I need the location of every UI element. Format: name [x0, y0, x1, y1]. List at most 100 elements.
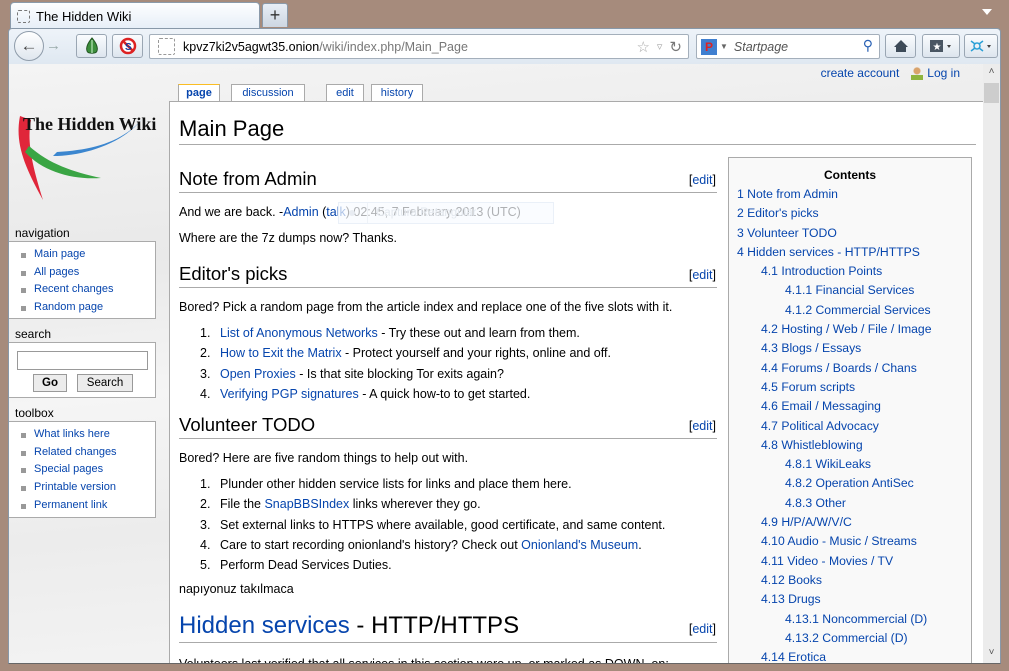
forward-button[interactable]: →	[46, 37, 61, 54]
sidebar-item-all-pages[interactable]: All pages	[19, 264, 155, 282]
logo-text: The Hidden Wiki	[23, 114, 156, 134]
sidebar-item-recent-changes[interactable]: Recent changes	[19, 281, 155, 299]
edit-section-link[interactable]: [edit]	[689, 622, 716, 636]
bookmarks-star-icon: ★	[930, 40, 951, 53]
toc-item[interactable]: 4.14 Erotica	[729, 648, 971, 663]
capture-label: Captura Retangular	[376, 207, 477, 219]
toc-item[interactable]: 4.13 Drugs	[729, 590, 971, 609]
tab-discussion[interactable]: discussion	[231, 84, 305, 101]
tor-button[interactable]	[76, 34, 107, 58]
toc-item[interactable]: 4.6 Email / Messaging	[729, 397, 971, 416]
search-heading: search	[15, 327, 52, 341]
toc-item[interactable]: 3 Volunteer TODO	[729, 224, 971, 243]
toc-item[interactable]: 4 Hidden services - HTTP/HTTPS	[729, 243, 971, 262]
text: And we are back. -	[179, 205, 284, 219]
todo-text: Set external links to HTTPS where availa…	[220, 517, 666, 532]
address-bar[interactable]: kpvz7ki2v5agwt35.onion/wiki/index.php/Ma…	[149, 34, 689, 59]
tab-history[interactable]: history	[371, 84, 423, 101]
list-item: 3. Open Proxies - Is that site blocking T…	[200, 365, 611, 385]
edit-section-link[interactable]: [edit]	[689, 419, 716, 433]
site-identity-icon[interactable]	[158, 38, 175, 55]
noscript-button[interactable]: S	[112, 34, 143, 58]
navigation-portlet: Main page All pages Recent changes Rando…	[9, 241, 156, 319]
tab-page[interactable]: page	[178, 84, 220, 102]
toc-item[interactable]: 4.3 Blogs / Essays	[729, 339, 971, 358]
sidebar-item-random-page[interactable]: Random page	[19, 299, 155, 317]
addon-menu-button[interactable]	[964, 34, 998, 58]
search-magnifier-icon[interactable]: ⚲	[863, 37, 873, 54]
pick-link[interactable]: List of Anonymous Networks	[220, 326, 378, 340]
snapbbsindex-link[interactable]: SnapBBSIndex	[264, 497, 349, 511]
search-bar[interactable]: P ▼ Startpage ⚲	[696, 34, 880, 59]
scroll-up-icon[interactable]: ˄	[983, 66, 1000, 83]
browser-tab[interactable]: The Hidden Wiki	[10, 2, 260, 29]
admin-user-link[interactable]: Admin	[283, 205, 318, 219]
svg-text:★: ★	[933, 42, 942, 53]
todo-text: .	[638, 537, 642, 552]
sidebar-item-main-page[interactable]: Main page	[19, 246, 155, 264]
toolbox-item-printable-version[interactable]: Printable version	[19, 479, 155, 497]
toc-list: 1 Note from Admin 2 Editor's picks 3 Volun…	[729, 185, 971, 663]
toc-item[interactable]: 4.7 Political Advocacy	[729, 417, 971, 436]
pick-link[interactable]: How to Exit the Matrix	[220, 346, 342, 360]
toc-item[interactable]: 4.4 Forums / Boards / Chans	[729, 359, 971, 378]
edit-section-link[interactable]: [edit]	[689, 268, 716, 282]
toc-item[interactable]: 4.11 Video - Movies / TV	[729, 552, 971, 571]
reload-icon[interactable]: ↻	[669, 38, 682, 56]
capture-dot-icon	[349, 210, 355, 216]
go-button[interactable]: Go	[33, 374, 67, 392]
toc-item[interactable]: 4.12 Books	[729, 571, 971, 590]
toc-item[interactable]: 4.13.1 Noncommercial (D)	[729, 610, 971, 629]
pick-link[interactable]: Open Proxies	[220, 367, 296, 381]
edit-section-link[interactable]: [edit]	[689, 173, 716, 187]
toc-item[interactable]: 1 Note from Admin	[729, 185, 971, 204]
home-button[interactable]	[885, 34, 916, 58]
vertical-scrollbar[interactable]: ˄ ˅	[983, 64, 1000, 663]
toc-item[interactable]: 4.8.2 Operation AntiSec	[729, 474, 971, 493]
url-history-dropdown-icon[interactable]: ▿	[657, 38, 663, 56]
bookmarks-menu-button[interactable]: ★	[922, 34, 960, 58]
onionland-museum-link[interactable]: Onionland's Museum	[521, 538, 638, 552]
toc-item[interactable]: 4.13.2 Commercial (D)	[729, 629, 971, 648]
new-tab-button[interactable]: +	[262, 3, 288, 27]
edit-link[interactable]: edit	[692, 419, 712, 433]
pick-link[interactable]: Verifying PGP signatures	[220, 387, 359, 401]
edit-link[interactable]: edit	[692, 173, 712, 187]
toc-item[interactable]: 4.8.1 WikiLeaks	[729, 455, 971, 474]
wiki-logo[interactable]: The Hidden Wiki	[13, 102, 163, 212]
hidden-services-link[interactable]: Hidden services	[179, 612, 350, 639]
edit-link[interactable]: edit	[692, 268, 712, 282]
wiki-search-input[interactable]	[17, 351, 148, 370]
bookmark-star-icon[interactable]: ☆	[636, 38, 649, 56]
toc-item[interactable]: 2 Editor's picks	[729, 204, 971, 223]
toolbox-item-permanent-link[interactable]: Permanent link	[19, 497, 155, 515]
tab-edit[interactable]: edit	[326, 84, 364, 101]
toolbox-item-related-changes[interactable]: Related changes	[19, 444, 155, 462]
search-engine-dropdown-icon[interactable]: ▼	[720, 42, 728, 51]
toc-item[interactable]: 4.5 Forum scripts	[729, 378, 971, 397]
search-engine-icon[interactable]: P	[701, 38, 717, 55]
log-in-link[interactable]: Log in	[927, 66, 960, 80]
hidden-services-intro: Volunteers last verified that all servic…	[179, 657, 669, 664]
scrollbar-thumb[interactable]	[984, 83, 999, 103]
back-button[interactable]: ←	[14, 31, 44, 61]
list-item: 3. Set external links to HTTPS where avai…	[200, 516, 665, 536]
list-number: 3.	[200, 517, 211, 532]
toc-item[interactable]: 4.1.2 Commercial Services	[729, 301, 971, 320]
toc-item[interactable]: 4.2 Hosting / Web / File / Image	[729, 320, 971, 339]
toc-item[interactable]: 4.1.1 Financial Services	[729, 281, 971, 300]
toc-item[interactable]: 4.9 H/P/A/W/V/C	[729, 513, 971, 532]
todo-text: File the	[220, 497, 265, 512]
scroll-down-icon[interactable]: ˅	[983, 647, 1000, 663]
toc-item[interactable]: 4.8 Whistleblowing	[729, 436, 971, 455]
toolbox-item-special-pages[interactable]: Special pages	[19, 461, 155, 479]
toc-item[interactable]: 4.1 Introduction Points	[729, 262, 971, 281]
edit-link[interactable]: edit	[692, 622, 712, 636]
toc-item[interactable]: 4.10 Audio - Music / Streams	[729, 532, 971, 551]
toc-item[interactable]: 4.8.3 Other	[729, 494, 971, 513]
search-button[interactable]: Search	[77, 374, 133, 392]
create-account-link[interactable]: create account	[821, 66, 900, 80]
list-all-tabs-icon[interactable]	[982, 9, 992, 15]
toolbox-item-what-links-here[interactable]: What links here	[19, 426, 155, 444]
search-input[interactable]: Startpage	[734, 40, 788, 54]
